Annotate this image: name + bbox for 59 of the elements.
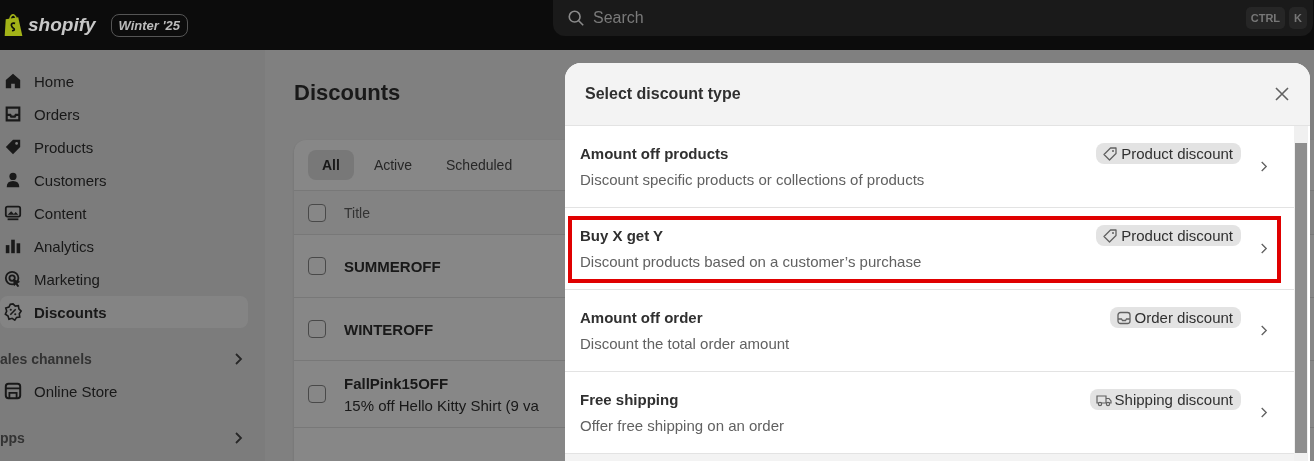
sidebar-item[interactable]: Content: [0, 197, 248, 229]
sidebar-item[interactable]: Marketing: [0, 263, 248, 295]
filter-tab[interactable]: All: [308, 150, 354, 180]
dialog-title: Select discount type: [585, 85, 741, 103]
brand-name: shopify: [28, 14, 96, 36]
discount-type-option[interactable]: Amount off products Discount specific products or collections of products Product discount: [565, 126, 1294, 208]
discount-category-badge: Order discount: [1109, 307, 1241, 328]
column-header: Title: [344, 204, 370, 221]
chevron-right-icon: [1259, 160, 1268, 173]
filter-tab[interactable]: Scheduled: [432, 150, 527, 180]
version-badge: Winter '25: [110, 13, 189, 37]
page-title: Discounts: [294, 80, 401, 106]
chevron-right-icon[interactable]: [233, 431, 243, 445]
filter-tab[interactable]: Active: [359, 150, 426, 180]
target-icon: [4, 270, 22, 288]
percent-icon: [4, 303, 22, 321]
discount-category-badge: Product discount: [1096, 143, 1241, 164]
discount-type-option[interactable]: Buy X get Y Discount products based on a customer’s purchase Product discount: [565, 208, 1294, 290]
image-icon: [4, 204, 22, 222]
discount-summary: 15% off Hello Kitty Shirt (9 va: [344, 396, 539, 414]
discount-type-option[interactable]: Amount off order Discount the total order amount Order discount: [565, 290, 1294, 372]
tag-icon: [1102, 227, 1119, 244]
discount-category-badge: Product discount: [1096, 225, 1241, 246]
sidebar-item[interactable]: Home: [0, 65, 248, 97]
keyboard-key: K: [1289, 7, 1307, 29]
tag-icon: [1102, 145, 1119, 162]
inbox-icon: [4, 105, 22, 123]
inbox-icon: [1115, 309, 1132, 326]
sidebar-item[interactable]: Products: [0, 131, 248, 163]
discount-category-badge: Shipping discount: [1089, 389, 1241, 410]
store-icon: [4, 382, 22, 400]
section-heading: ales channels: [0, 351, 92, 367]
bars-icon: [4, 237, 22, 255]
scrollbar[interactable]: [1294, 126, 1308, 461]
tag-icon: [4, 138, 22, 156]
sidebar-item[interactable]: Discounts: [0, 296, 248, 328]
sidebar-item[interactable]: Orders: [0, 98, 248, 130]
close-button[interactable]: [1274, 86, 1290, 102]
checkbox[interactable]: [308, 257, 326, 275]
sidebar-item[interactable]: Online Store: [0, 375, 248, 407]
chevron-right-icon: [1259, 406, 1268, 419]
checkbox[interactable]: [308, 385, 326, 403]
sidebar-item[interactable]: Analytics: [0, 230, 248, 262]
chevron-right-icon[interactable]: [233, 352, 243, 366]
discount-title: SUMMEROFF: [344, 257, 441, 275]
sidebar-item[interactable]: Customers: [0, 164, 248, 196]
checkbox[interactable]: [308, 203, 326, 222]
checkbox[interactable]: [308, 320, 326, 338]
search-icon: [567, 9, 585, 27]
home-icon: [4, 72, 22, 90]
keyboard-key: CTRL: [1245, 7, 1286, 29]
chevron-right-icon: [1259, 324, 1268, 337]
section-heading: pps: [0, 430, 25, 446]
person-icon: [4, 171, 22, 189]
chevron-right-icon: [1259, 242, 1268, 255]
discount-title: WINTEROFF: [344, 320, 434, 338]
discount-title: FallPink15OFF: [344, 374, 450, 392]
search-field[interactable]: Search: [591, 8, 1242, 28]
search-field[interactable]: Search CTRL K: [553, 0, 1313, 36]
